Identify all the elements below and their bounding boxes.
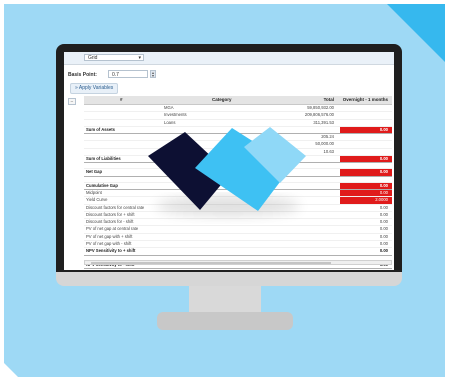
row-overnight: 0.00 [379, 211, 388, 217]
row-name: Sum of Assets [86, 126, 115, 132]
monitor-chin [56, 272, 402, 286]
row-total: 10.63 [323, 148, 334, 154]
column-header-category[interactable]: Category [212, 96, 232, 104]
apply-variables-label: Apply Variables [78, 85, 114, 91]
scrollbar-thumb[interactable] [91, 262, 331, 264]
row-total: 209,806,576.00 [304, 112, 334, 118]
row-overnight: 0.00 [379, 248, 388, 254]
row-category: MGA [164, 105, 174, 110]
gap-analysis-table: # Category Total Overnight - 1 months MG… [84, 96, 392, 269]
monitor-screen: Grid ▾ Basis Point: 0.7 ▴ ▾ » Apply Varia… [64, 52, 394, 270]
table-row[interactable]: PV of net gap with - shift 0.00 [84, 241, 392, 249]
row-total: 205.24 [321, 134, 334, 140]
table-header: # Category Total Overnight - 1 months [84, 96, 392, 105]
row-name: PV of net gap at central rate [86, 226, 139, 232]
monitor-stand-neck [189, 286, 261, 314]
table-row[interactable]: Loans 311,391.53 [84, 120, 392, 127]
row-overnight: 0.00 [379, 226, 388, 232]
table-row[interactable]: MGA 59,850,932.00 [84, 105, 392, 113]
table-row[interactable]: Discount factors for - shift 0.00 [84, 219, 392, 227]
row-overnight: 0.00 [379, 126, 388, 132]
collapse-icon[interactable]: − [68, 98, 76, 105]
row-total: 59,850,932.00 [307, 105, 334, 110]
row-name: Discount factors for central rate [86, 204, 145, 210]
grid-select[interactable]: Grid ▾ [84, 54, 144, 61]
row-name: Discount factors for - shift [86, 219, 134, 225]
chevron-down-icon: » [75, 85, 78, 91]
basis-point-spinner[interactable]: ▴ ▾ [150, 70, 156, 78]
row-name: Cumulative Gap [86, 182, 118, 188]
row-category: Loans [164, 119, 176, 125]
monitor-stand-base [157, 312, 293, 330]
table-row[interactable]: 50,000.00 [84, 141, 392, 149]
row-overnight: 0.00 [379, 219, 388, 225]
apply-variables-button[interactable]: » Apply Variables [70, 83, 119, 94]
row-name: Discount factors for + shift [86, 211, 135, 217]
row-overnight: 0.00 [379, 233, 388, 239]
grid-select-value: Grid [88, 55, 98, 61]
row-overnight: 0.00 [379, 241, 388, 247]
column-header-overnight[interactable]: Overnight - 1 months [340, 96, 388, 104]
table-row[interactable]: Investments 209,806,576.00 [84, 112, 392, 120]
basis-point-label: Basis Point: [68, 72, 97, 78]
table-row[interactable]: PV of net gap with + shift 0.00 [84, 233, 392, 242]
row-total: 50,000.00 [315, 141, 334, 147]
column-header-total[interactable]: Total [274, 96, 334, 104]
row-name: Net Gap [86, 169, 103, 175]
row-name: NPV Sensitivity to + shift [86, 248, 136, 254]
stage: Grid ▾ Basis Point: 0.7 ▴ ▾ » Apply Varia… [0, 0, 449, 381]
table-row[interactable]: Midpoint 0.00 [84, 189, 392, 198]
row-name: PV of net gap with - shift [86, 241, 132, 247]
row-total: 311,391.53 [313, 119, 334, 125]
table-row[interactable]: 205.24 [84, 134, 392, 142]
row-overnight: 2.0000 [375, 197, 388, 203]
chevron-down-icon: ▾ [138, 55, 141, 61]
corner-notch [4, 363, 18, 377]
table-body: MGA 59,850,932.00 Investments 209,806,576.0… [84, 105, 392, 269]
table-row[interactable]: Discount factors for + shift 0.00 [84, 211, 392, 220]
table-row[interactable]: NPV Sensitivity to + shift 0.00 [84, 248, 392, 256]
column-header-number[interactable]: # [120, 96, 123, 104]
table-row[interactable]: Sum of Liabilities 0.00 [84, 156, 392, 164]
row-overnight: 0.00 [379, 169, 388, 175]
row-name: Midpoint [86, 189, 102, 195]
row-overnight: 0.00 [379, 182, 388, 188]
row-category: Investments [164, 112, 187, 118]
row-name: Sum of Liabilities [86, 156, 121, 162]
table-row[interactable]: Yield Curve 2.0000 [84, 197, 392, 205]
row-name: PV of net gap with + shift [86, 233, 133, 239]
table-row[interactable]: Discount factors for central rate 0.00 [84, 205, 392, 212]
basis-point-input[interactable]: 0.7 [108, 70, 148, 78]
toolbar: Grid ▾ [64, 52, 394, 65]
row-overnight: 0.00 [379, 189, 388, 195]
table-row[interactable]: Net Gap 0.00 [84, 169, 392, 177]
horizontal-scrollbar[interactable] [84, 260, 392, 265]
row-overnight: 0.00 [379, 204, 388, 210]
row-name: Yield Curve [86, 197, 108, 203]
table-row[interactable]: Cumulative Gap 0.00 [84, 182, 392, 190]
table-row[interactable]: 10.63 [84, 148, 392, 157]
table-row[interactable]: Sum of Assets 0.00 [84, 126, 392, 135]
row-overnight: 0.00 [379, 156, 388, 162]
table-row[interactable]: PV of net gap at central rate 0.00 [84, 226, 392, 234]
